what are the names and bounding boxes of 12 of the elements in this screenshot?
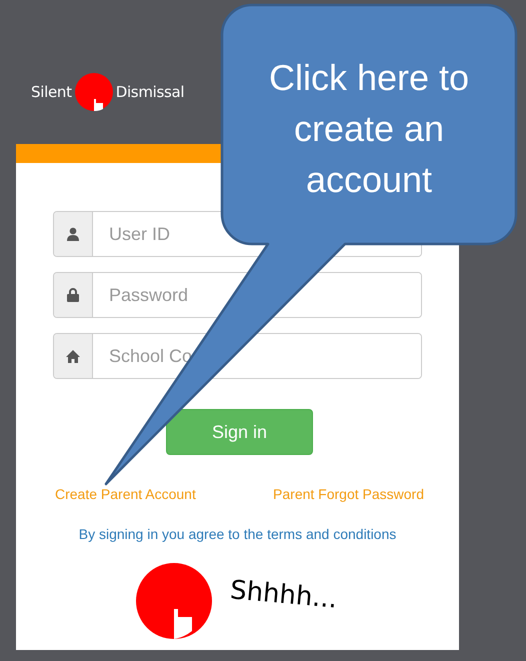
sign-in-button[interactable]: Sign in bbox=[166, 409, 313, 455]
callout-tooltip-text: Click here to create an account bbox=[268, 56, 470, 202]
terms-link[interactable]: By signing in you agree to the terms and conditions bbox=[53, 526, 422, 542]
logo-text: Silent bbox=[31, 83, 72, 101]
link[interactable]: Create Parent Account bbox=[55, 486, 196, 502]
user-icon bbox=[66, 227, 80, 241]
link[interactable]: Parent Forgot Password bbox=[273, 486, 424, 502]
shhh-text: Shhhh... bbox=[228, 575, 338, 615]
logo-icon bbox=[136, 563, 212, 639]
logo-icon bbox=[74, 73, 113, 111]
home-icon bbox=[66, 350, 80, 362]
logo-text: Dismissal bbox=[116, 83, 184, 101]
